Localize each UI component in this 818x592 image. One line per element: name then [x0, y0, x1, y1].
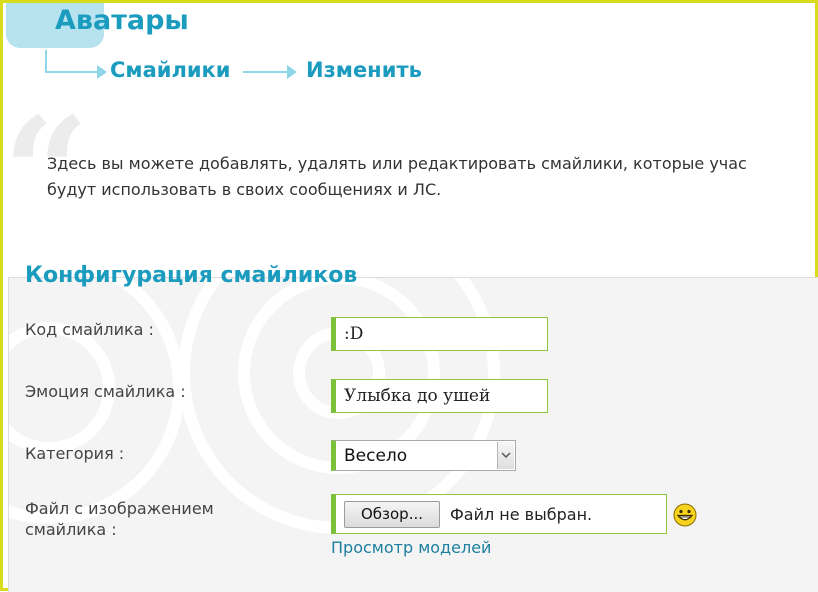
file-upload-field[interactable]: Обзор... Файл не выбран. — [331, 494, 667, 534]
breadcrumb-connector — [45, 50, 47, 72]
breadcrumb-item-smilies[interactable]: Смайлики — [110, 58, 231, 82]
intro-text: Здесь вы можете добавлять, удалять или р… — [47, 151, 818, 203]
category-select[interactable]: Весело — [331, 440, 516, 471]
file-status-text: Файл не выбран. — [450, 505, 593, 524]
browse-button[interactable]: Обзор... — [344, 501, 440, 528]
breadcrumb-arrow-icon — [287, 65, 297, 79]
intro-line: будут использовать в своих сообщениях и … — [47, 180, 442, 199]
breadcrumb-connector — [243, 71, 288, 73]
section-title: Конфигурация смайликов — [25, 263, 358, 288]
code-label: Код смайлика : — [25, 320, 154, 339]
preview-models-link[interactable]: Просмотр моделей — [331, 538, 491, 557]
emotion-label: Эмоция смайлика : — [25, 382, 186, 401]
file-label-line: Файл с изображением — [25, 499, 214, 518]
file-label-line: смайлика : — [25, 520, 117, 539]
page-title: Аватары — [55, 5, 189, 36]
code-input[interactable] — [331, 317, 548, 351]
category-selected-value: Весело — [344, 446, 408, 466]
breadcrumb-connector — [45, 71, 99, 73]
emotion-input[interactable] — [331, 379, 548, 413]
file-label: Файл с изображением смайлика : — [25, 498, 214, 540]
breadcrumb-arrow-icon — [97, 65, 107, 79]
intro-line: Здесь вы можете добавлять, удалять или р… — [47, 154, 747, 173]
chevron-down-icon[interactable] — [497, 442, 514, 469]
smiley-grin-icon — [673, 503, 697, 527]
category-label: Категория : — [25, 444, 125, 463]
breadcrumb-item-edit[interactable]: Изменить — [306, 58, 422, 82]
